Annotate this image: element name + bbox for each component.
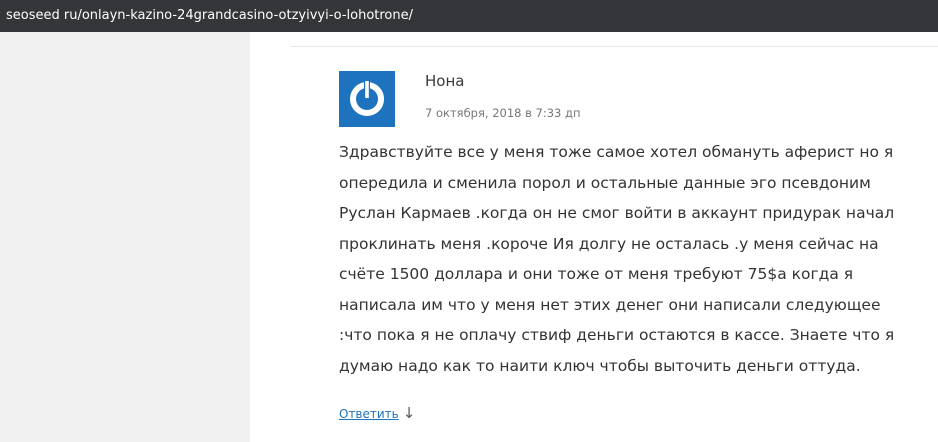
comment-line: Здравствуйте все у меня тоже самое хотел… [339, 143, 894, 161]
comment-line: написала им что у меня нет этих денег он… [339, 295, 881, 314]
reply-link[interactable]: Ответить [339, 407, 399, 421]
comment-line: :что пока я не оплачу ствиф деньги остаю… [339, 326, 895, 344]
divider [290, 46, 938, 47]
arrow-down-icon: ↓ [402, 404, 416, 422]
power-icon [350, 81, 384, 116]
comment-body: Здравствуйте все у меня тоже самое хотел… [339, 137, 925, 381]
comment-line: проклинать меня .короче Ия долгу не оста… [339, 234, 879, 253]
address-bar[interactable]: seoseed ru/onlayn-kazino-24grandcasino-o… [0, 0, 938, 32]
left-sidebar [0, 32, 250, 442]
avatar [339, 71, 395, 127]
comment-area: Нона 7 октября, 2018 в 7:33 дп Здравству… [250, 32, 938, 442]
comment-line: Руслан Кармаев .когда он не смог войти в… [339, 204, 895, 222]
url-text: seoseed ru/onlayn-kazino-24grandcasino-o… [6, 8, 414, 23]
comment-author[interactable]: Нона [425, 72, 464, 90]
comment-date[interactable]: 7 октября, 2018 в 7:33 дп [425, 106, 581, 120]
comment-line: опередила и сменила порол и остальные да… [339, 173, 871, 192]
comment-line: думаю надо как то наити ключ чтобы выточ… [339, 356, 861, 375]
comment-line: счёте 1500 доллара и они тоже от меня тр… [339, 265, 854, 283]
reply-row: Ответить ↓ [339, 404, 415, 422]
